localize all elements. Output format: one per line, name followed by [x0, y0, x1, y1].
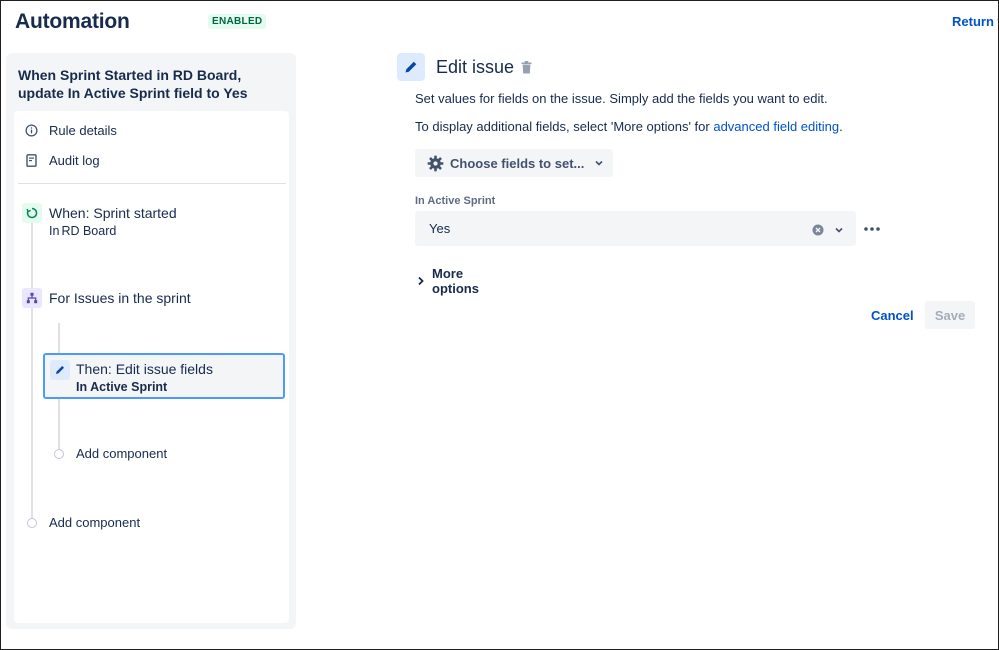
gear-icon	[427, 155, 444, 172]
info-icon	[24, 123, 38, 137]
chevron-right-icon	[417, 276, 425, 286]
chevron-down-icon[interactable]	[833, 223, 845, 235]
page-title: Automation	[15, 10, 130, 33]
trigger-subtitle-prefix: In	[49, 224, 60, 238]
sidebar-item-label: Audit log	[49, 152, 100, 168]
advanced-text-prefix: To display additional fields, select 'Mo…	[415, 119, 714, 134]
divider	[18, 183, 286, 184]
save-button: Save	[925, 301, 975, 329]
timeline-line	[31, 219, 33, 519]
trash-icon[interactable]	[521, 61, 533, 75]
add-component-nested-button[interactable]: Add component	[76, 446, 167, 461]
rule-sidebar: When Sprint Started in RD Board, update …	[6, 53, 296, 629]
field-label: In Active Sprint	[415, 195, 496, 207]
document-icon	[24, 153, 38, 167]
trigger-subtitle-value: RD Board	[61, 224, 117, 238]
add-component-button[interactable]: Add component	[49, 515, 140, 530]
pencil-icon	[50, 360, 70, 380]
cancel-button[interactable]: Cancel	[865, 301, 920, 329]
add-component-dot	[27, 518, 37, 528]
branch-icon	[22, 288, 42, 308]
more-actions-icon[interactable]	[863, 219, 881, 231]
editor-description-advanced: To display additional fields, select 'Mo…	[415, 119, 843, 134]
add-component-dot	[54, 449, 64, 459]
action-component-subtitle: In Active Sprint	[76, 380, 168, 394]
choose-fields-label: Choose fields to set...	[450, 155, 585, 171]
advanced-text-suffix: .	[839, 119, 843, 134]
in-active-sprint-select[interactable]: Yes	[415, 211, 856, 246]
editor-description: Set values for fields on the issue. Simp…	[415, 91, 828, 106]
select-value: Yes	[429, 221, 451, 236]
advanced-field-editing-link[interactable]: advanced field editing	[713, 119, 839, 134]
choose-fields-button[interactable]: Choose fields to set...	[415, 149, 613, 177]
sidebar-item-label: Rule details	[49, 122, 117, 138]
editor-title: Edit issue	[436, 57, 515, 77]
status-badge: ENABLED	[208, 14, 267, 29]
app-header: Automation ENABLED Return t	[1, 1, 999, 45]
return-link[interactable]: Return t	[952, 14, 998, 29]
sidebar-item-audit-log[interactable]: Audit log	[24, 150, 100, 170]
rule-components-panel: Rule details Audit log When: Sprint star…	[14, 111, 289, 623]
action-component-title: Then: Edit issue fields	[76, 361, 213, 377]
action-component-selected[interactable]: Then: Edit issue fields In Active Sprint	[43, 353, 285, 399]
trigger-component-subtitle: In RD Board	[49, 224, 116, 238]
branch-component-title[interactable]: For Issues in the sprint	[49, 290, 191, 306]
pencil-icon	[397, 53, 425, 81]
sidebar-item-rule-details[interactable]: Rule details	[24, 120, 117, 140]
more-options-label: More options	[432, 266, 479, 296]
clear-icon[interactable]	[812, 223, 824, 236]
more-options-toggle[interactable]: More options	[417, 266, 479, 296]
trigger-component-title[interactable]: When: Sprint started	[49, 205, 177, 221]
rule-name: When Sprint Started in RD Board, update …	[18, 67, 248, 101]
chevron-down-icon	[594, 158, 604, 168]
trigger-icon	[22, 203, 42, 223]
